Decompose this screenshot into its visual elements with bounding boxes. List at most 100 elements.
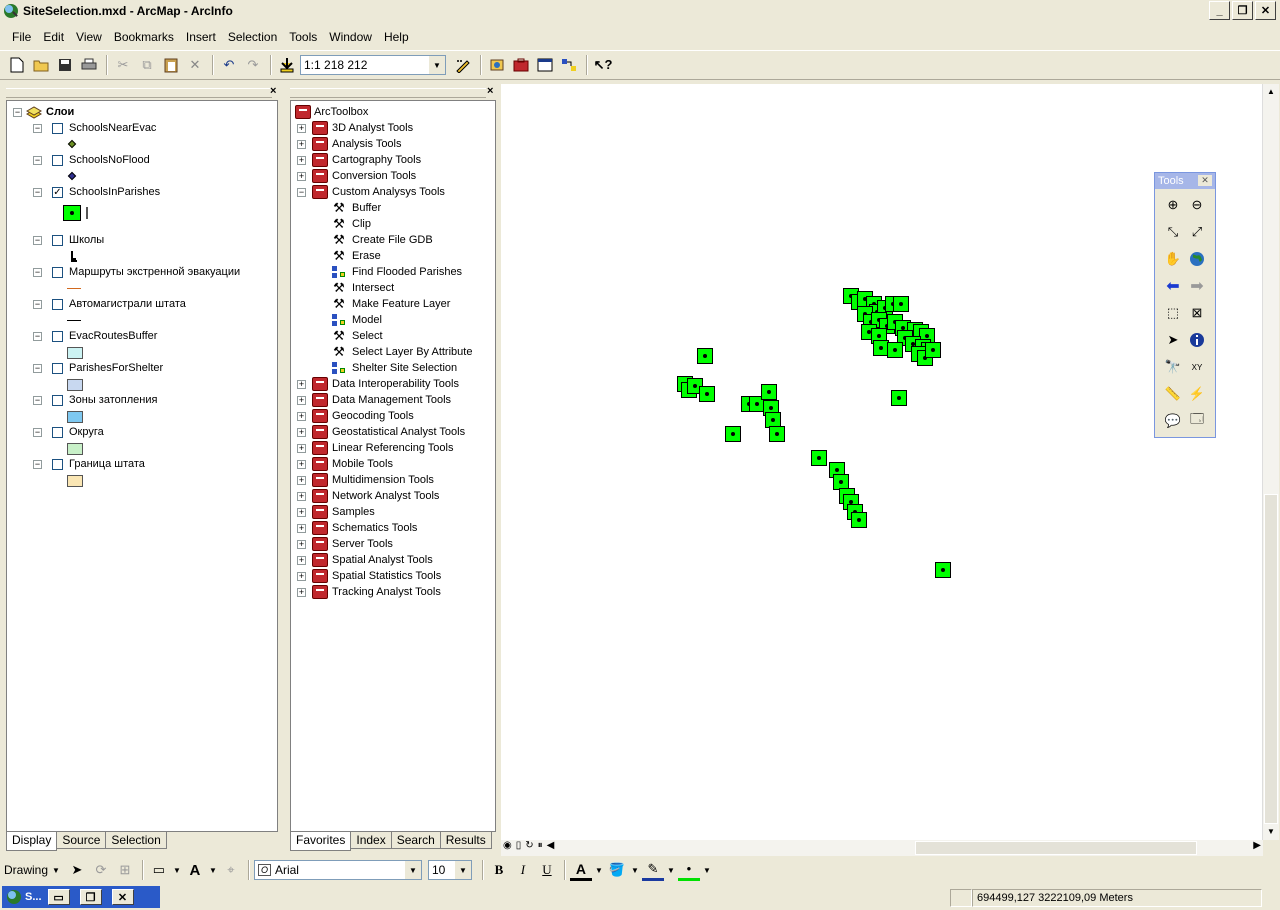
expand-icon[interactable]: + bbox=[297, 571, 306, 581]
tool-row[interactable]: Find Flooded Parishes bbox=[331, 264, 462, 280]
tab-selection[interactable]: Selection bbox=[105, 832, 167, 849]
taskbar-close-icon[interactable]: ✕ bbox=[111, 889, 134, 905]
expand-icon[interactable]: + bbox=[297, 555, 306, 565]
arctoolbox-icon[interactable] bbox=[510, 54, 532, 76]
toolbox-row[interactable]: + Server Tools bbox=[297, 536, 393, 552]
tab-display[interactable]: Display bbox=[6, 832, 58, 851]
collapse-icon[interactable]: − bbox=[33, 187, 42, 197]
select-elements-pointer-icon[interactable]: ➤ bbox=[66, 859, 88, 881]
find-icon[interactable]: 🔭 bbox=[1163, 357, 1183, 377]
menu-view[interactable]: View bbox=[70, 27, 108, 47]
collapse-icon[interactable]: − bbox=[33, 299, 42, 309]
forward-extent-icon[interactable]: ➡ bbox=[1187, 276, 1207, 296]
toc-grip[interactable] bbox=[6, 88, 272, 98]
font-name-combo[interactable]: O Arial ▼ bbox=[253, 860, 422, 880]
layer-visibility-checkbox[interactable] bbox=[52, 298, 63, 310]
layer-visibility-checkbox[interactable]: ✓ bbox=[52, 186, 63, 198]
tool-row[interactable]: ⚒ Clip bbox=[331, 216, 371, 232]
toc-layer-row[interactable]: − EvacRoutesBuffer bbox=[33, 328, 157, 344]
rotate-icon[interactable]: ⟳ bbox=[90, 859, 112, 881]
arctoolbox-root[interactable]: ArcToolbox bbox=[295, 104, 368, 120]
expand-icon[interactable]: + bbox=[297, 379, 306, 389]
map-scale-combo[interactable]: 1:1 218 212 ▼ bbox=[300, 55, 446, 75]
collapse-icon[interactable]: − bbox=[33, 331, 42, 341]
layer-visibility-checkbox[interactable] bbox=[52, 154, 63, 166]
add-data-icon[interactable] bbox=[276, 54, 298, 76]
toc-layer-row[interactable]: − Граница штата bbox=[33, 456, 145, 472]
arctoolbox-close-icon[interactable]: × bbox=[487, 85, 493, 97]
measure-icon[interactable]: 📏 bbox=[1163, 384, 1183, 404]
toolbox-row[interactable]: − Custom Analysys Tools bbox=[297, 184, 445, 200]
toc-layer-row[interactable]: − Зоны затопления bbox=[33, 392, 157, 408]
cut-icon[interactable]: ✂ bbox=[112, 54, 134, 76]
scroll-down-icon[interactable]: ▼ bbox=[1263, 824, 1279, 840]
tab-results[interactable]: Results bbox=[439, 832, 492, 849]
close-button[interactable]: ✕ bbox=[1255, 1, 1276, 20]
vertical-scrollbar[interactable]: ▲ ▼ bbox=[1262, 84, 1279, 840]
menu-window[interactable]: Window bbox=[323, 27, 378, 47]
line-color-icon[interactable]: ✎ bbox=[641, 859, 664, 881]
identify-icon[interactable] bbox=[1187, 330, 1207, 350]
scroll-left-icon[interactable]: ◀ bbox=[547, 840, 555, 851]
menu-file[interactable]: File bbox=[6, 27, 37, 47]
collapse-icon[interactable]: − bbox=[297, 187, 306, 197]
layer-visibility-checkbox[interactable] bbox=[52, 458, 63, 470]
expand-icon[interactable]: + bbox=[297, 395, 306, 405]
tool-row[interactable]: Shelter Site Selection bbox=[331, 360, 457, 376]
bold-icon[interactable]: B bbox=[488, 859, 510, 881]
minimize-button[interactable]: _ bbox=[1209, 1, 1230, 20]
editor-toolbar-icon[interactable] bbox=[452, 54, 474, 76]
expand-icon[interactable]: + bbox=[297, 475, 306, 485]
tool-row[interactable]: Model bbox=[331, 312, 382, 328]
layer-visibility-checkbox[interactable] bbox=[52, 122, 63, 134]
expand-icon[interactable]: + bbox=[297, 507, 306, 517]
toolbox-row[interactable]: + Spatial Statistics Tools bbox=[297, 568, 441, 584]
toc-layer-row[interactable]: − ParishesForShelter bbox=[33, 360, 163, 376]
layer-visibility-checkbox[interactable] bbox=[52, 426, 63, 438]
expand-icon[interactable]: + bbox=[297, 443, 306, 453]
toolbox-row[interactable]: + Analysis Tools bbox=[297, 136, 402, 152]
toc-layer-row[interactable]: − Маршруты экстренной эвакуации bbox=[33, 264, 240, 280]
menu-edit[interactable]: Edit bbox=[37, 27, 70, 47]
refresh-icon[interactable]: ↻ bbox=[525, 840, 533, 851]
chevron-down-icon[interactable]: ▼ bbox=[594, 859, 604, 881]
toc-layer-row[interactable]: − SchoolsNoFlood bbox=[33, 152, 150, 168]
chevron-down-icon[interactable]: ▼ bbox=[208, 859, 218, 881]
toolbox-row[interactable]: + Data Interoperability Tools bbox=[297, 376, 459, 392]
redo-icon[interactable]: ↷ bbox=[242, 54, 264, 76]
chevron-down-icon[interactable]: ▼ bbox=[454, 861, 471, 879]
select-elements-icon[interactable]: ➤ bbox=[1163, 330, 1183, 350]
menu-help[interactable]: Help bbox=[378, 27, 415, 47]
new-document-icon[interactable] bbox=[6, 54, 28, 76]
expand-icon[interactable]: + bbox=[297, 411, 306, 421]
rectangle-icon[interactable]: ▭ bbox=[148, 859, 170, 881]
pan-icon[interactable]: ✋ bbox=[1163, 249, 1183, 269]
tool-row[interactable]: ⚒ Erase bbox=[331, 248, 381, 264]
arccatalog-icon[interactable] bbox=[486, 54, 508, 76]
chevron-down-icon[interactable]: ▼ bbox=[666, 859, 676, 881]
toolbox-row[interactable]: + Spatial Analyst Tools bbox=[297, 552, 433, 568]
print-icon[interactable] bbox=[78, 54, 100, 76]
layer-visibility-checkbox[interactable] bbox=[52, 234, 63, 246]
tool-row[interactable]: ⚒ Intersect bbox=[331, 280, 394, 296]
toolbox-row[interactable]: + Conversion Tools bbox=[297, 168, 416, 184]
tab-source[interactable]: Source bbox=[56, 832, 107, 849]
layer-visibility-checkbox[interactable] bbox=[52, 394, 63, 406]
tool-row[interactable]: ⚒ Select bbox=[331, 328, 382, 344]
back-extent-icon[interactable]: ⬅ bbox=[1163, 276, 1183, 296]
hyperlink-icon[interactable]: ⚡ bbox=[1187, 384, 1207, 404]
collapse-icon[interactable]: − bbox=[13, 107, 22, 117]
expand-icon[interactable]: + bbox=[297, 587, 306, 597]
expand-icon[interactable]: + bbox=[297, 523, 306, 533]
collapse-icon[interactable]: − bbox=[33, 459, 42, 469]
arctoolbox-grip[interactable] bbox=[290, 88, 486, 98]
taskbar-button[interactable]: S... ▭ ❐ ✕ bbox=[2, 886, 160, 908]
drawing-menu[interactable]: Drawing ▼ bbox=[4, 863, 60, 877]
map-display[interactable] bbox=[501, 84, 1264, 840]
toolbox-row[interactable]: + Geocoding Tools bbox=[297, 408, 414, 424]
collapse-icon[interactable]: − bbox=[33, 235, 42, 245]
horizontal-scrollbar[interactable]: ◉ ▯ ↻ ⏸ ◀ ▶ bbox=[501, 840, 1263, 856]
go-to-xy-icon[interactable]: XY bbox=[1187, 357, 1207, 377]
whats-this-help-icon[interactable]: ↖? bbox=[592, 54, 614, 76]
font-size-combo[interactable]: 10 ▼ bbox=[427, 860, 472, 880]
